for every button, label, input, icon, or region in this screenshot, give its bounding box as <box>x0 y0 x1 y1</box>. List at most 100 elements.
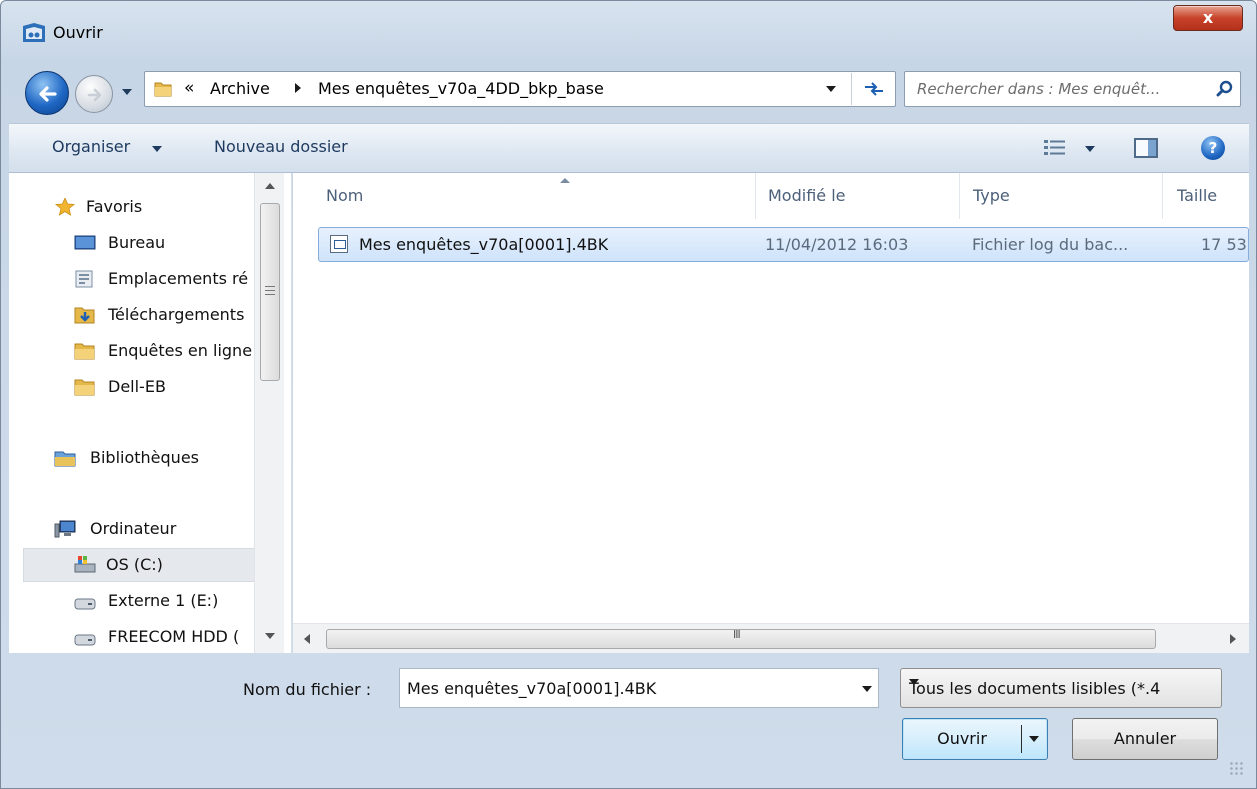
nav-item-enquetes-en-ligne[interactable]: Enquêtes en ligne <box>74 336 259 366</box>
address-history-dropdown[interactable] <box>826 86 836 92</box>
filename-dropdown-icon[interactable] <box>862 686 872 692</box>
scrollbar-grip-icon <box>265 286 275 295</box>
drive-icon <box>74 634 96 646</box>
open-button-label: Ouvrir <box>937 729 987 748</box>
column-header-modifie-le[interactable]: Modifié le <box>768 173 960 219</box>
column-header-label: Modifié le <box>768 186 846 205</box>
nav-item-label: Dell-EB <box>108 377 166 396</box>
drive-icon <box>74 598 96 610</box>
log-file-icon <box>330 235 348 253</box>
nav-item-label: OS (C:) <box>106 555 163 574</box>
nav-item-label: Emplacements ré <box>108 269 249 288</box>
title-bar[interactable]: Ouvrir x <box>1 1 1256 51</box>
column-header-label: Nom <box>326 186 364 205</box>
file-list-horizontal-scrollbar[interactable]: III <box>293 623 1249 653</box>
desktop-icon <box>74 235 96 250</box>
nav-item-label: Favoris <box>86 197 143 216</box>
scroll-left-arrow-icon[interactable] <box>304 634 310 644</box>
cancel-button[interactable]: Annuler <box>1072 718 1218 760</box>
back-button[interactable] <box>25 71 69 115</box>
file-name: Mes enquêtes_v70a[0001].4BK <box>359 235 609 254</box>
navigation-pane-scrollbar[interactable] <box>254 173 284 653</box>
address-bar[interactable]: « Archive Mes enquêtes_v70a_4DD_bkp_base <box>144 71 896 107</box>
open-button[interactable]: Ouvrir <box>902 718 1048 760</box>
folder-icon <box>74 379 95 396</box>
resize-grip-icon[interactable] <box>1229 761 1245 777</box>
nav-item-label: Externe 1 (E:) <box>108 591 219 610</box>
recent-places-icon <box>75 270 93 288</box>
preview-pane-icon[interactable] <box>1134 138 1158 158</box>
file-type-filter-select[interactable]: Tous les documents lisibles (*.4 <box>900 668 1222 708</box>
scrollbar-grip-icon: III <box>733 628 741 641</box>
forward-arrow-icon <box>87 88 102 102</box>
recent-locations-dropdown[interactable] <box>122 89 132 95</box>
computer-icon <box>54 520 76 538</box>
search-input[interactable] <box>917 80 1207 98</box>
window-title: Ouvrir <box>53 23 103 42</box>
file-type-filter-value: Tous les documents lisibles (*.4 <box>909 679 1161 698</box>
organise-menu-button[interactable]: Organiser <box>52 137 130 156</box>
filename-input[interactable] <box>407 679 847 698</box>
app-icon <box>23 23 45 42</box>
column-header-label: Taille <box>1177 186 1218 205</box>
filename-combobox[interactable] <box>399 668 879 708</box>
organise-dropdown-icon[interactable] <box>152 146 162 152</box>
libraries-icon <box>54 451 76 467</box>
file-list: Nom Modifié le Type Taille Mes enquêtes_… <box>293 173 1249 653</box>
column-header-nom[interactable]: Nom <box>326 173 756 219</box>
refresh-icon <box>864 82 883 96</box>
nav-item-favoris[interactable]: Favoris <box>54 192 259 222</box>
back-arrow-icon <box>39 86 57 102</box>
nav-item-ordinateur[interactable]: Ordinateur <box>54 514 259 544</box>
split-divider <box>1021 725 1022 753</box>
search-icon[interactable] <box>1216 80 1234 98</box>
search-box[interactable] <box>904 71 1241 107</box>
new-folder-button[interactable]: Nouveau dossier <box>214 137 348 156</box>
file-row[interactable]: Mes enquêtes_v70a[0001].4BK 11/04/2012 1… <box>318 227 1249 262</box>
sort-ascending-icon <box>560 178 570 183</box>
view-options-dropdown-icon[interactable] <box>1085 146 1095 152</box>
filename-label: Nom du fichier : <box>243 680 372 699</box>
navigation-pane: Favoris Bureau Emplacements ré Télécharg… <box>9 173 292 653</box>
column-header-taille[interactable]: Taille <box>1177 173 1249 219</box>
nav-item-freecom-hdd[interactable]: FREECOM HDD ( <box>74 622 259 652</box>
breadcrumb-current-folder[interactable]: Mes enquêtes_v70a_4DD_bkp_base <box>318 79 604 98</box>
nav-item-label: Ordinateur <box>90 519 177 538</box>
nav-item-label: Bibliothèques <box>90 448 199 467</box>
nav-item-externe-1[interactable]: Externe 1 (E:) <box>74 586 259 616</box>
nav-item-label: Téléchargements <box>108 305 245 324</box>
column-header-type[interactable]: Type <box>973 173 1163 219</box>
column-header-label: Type <box>973 186 1010 205</box>
refresh-button[interactable] <box>851 73 895 105</box>
address-overflow-chevron[interactable]: « <box>184 78 194 98</box>
breadcrumb-separator-icon[interactable] <box>295 83 301 93</box>
nav-item-label: FREECOM HDD ( <box>108 627 240 646</box>
nav-item-dell-eb[interactable]: Dell-EB <box>74 372 259 402</box>
nav-item-bureau[interactable]: Bureau <box>74 228 259 258</box>
nav-item-label: Enquêtes en ligne <box>108 341 253 360</box>
scrollbar-thumb[interactable] <box>326 629 1156 649</box>
nav-item-bibliotheques[interactable]: Bibliothèques <box>54 443 259 473</box>
file-type: Fichier log du bac... <box>972 235 1129 254</box>
open-options-dropdown-icon[interactable] <box>1029 736 1039 742</box>
view-options-icon[interactable] <box>1043 139 1067 157</box>
nav-item-label: Bureau <box>108 233 166 252</box>
open-file-dialog: Ouvrir x « Archive Mes enquêtes_v70a_4DD… <box>0 0 1257 789</box>
os-drive-icon <box>74 556 96 573</box>
nav-item-emplacements-recents[interactable]: Emplacements ré <box>74 264 259 294</box>
file-modified-date: 11/04/2012 16:03 <box>765 235 909 254</box>
scroll-right-arrow-icon[interactable] <box>1230 634 1236 644</box>
close-button[interactable]: x <box>1173 5 1243 31</box>
forward-button[interactable] <box>75 75 113 113</box>
help-icon[interactable]: ? <box>1201 136 1225 160</box>
command-toolbar: Organiser Nouveau dossier ? <box>9 123 1249 173</box>
nav-item-os-c[interactable]: OS (C:) <box>23 548 261 582</box>
scroll-down-arrow-icon[interactable] <box>265 633 275 639</box>
folder-icon <box>154 82 172 97</box>
star-icon <box>54 198 76 216</box>
file-size: 17 53 <box>1201 235 1247 254</box>
breadcrumb-archive[interactable]: Archive <box>210 79 270 98</box>
file-type-dropdown-icon[interactable] <box>909 679 919 685</box>
scroll-up-arrow-icon[interactable] <box>265 183 275 189</box>
nav-item-telechargements[interactable]: Téléchargements <box>74 300 259 330</box>
